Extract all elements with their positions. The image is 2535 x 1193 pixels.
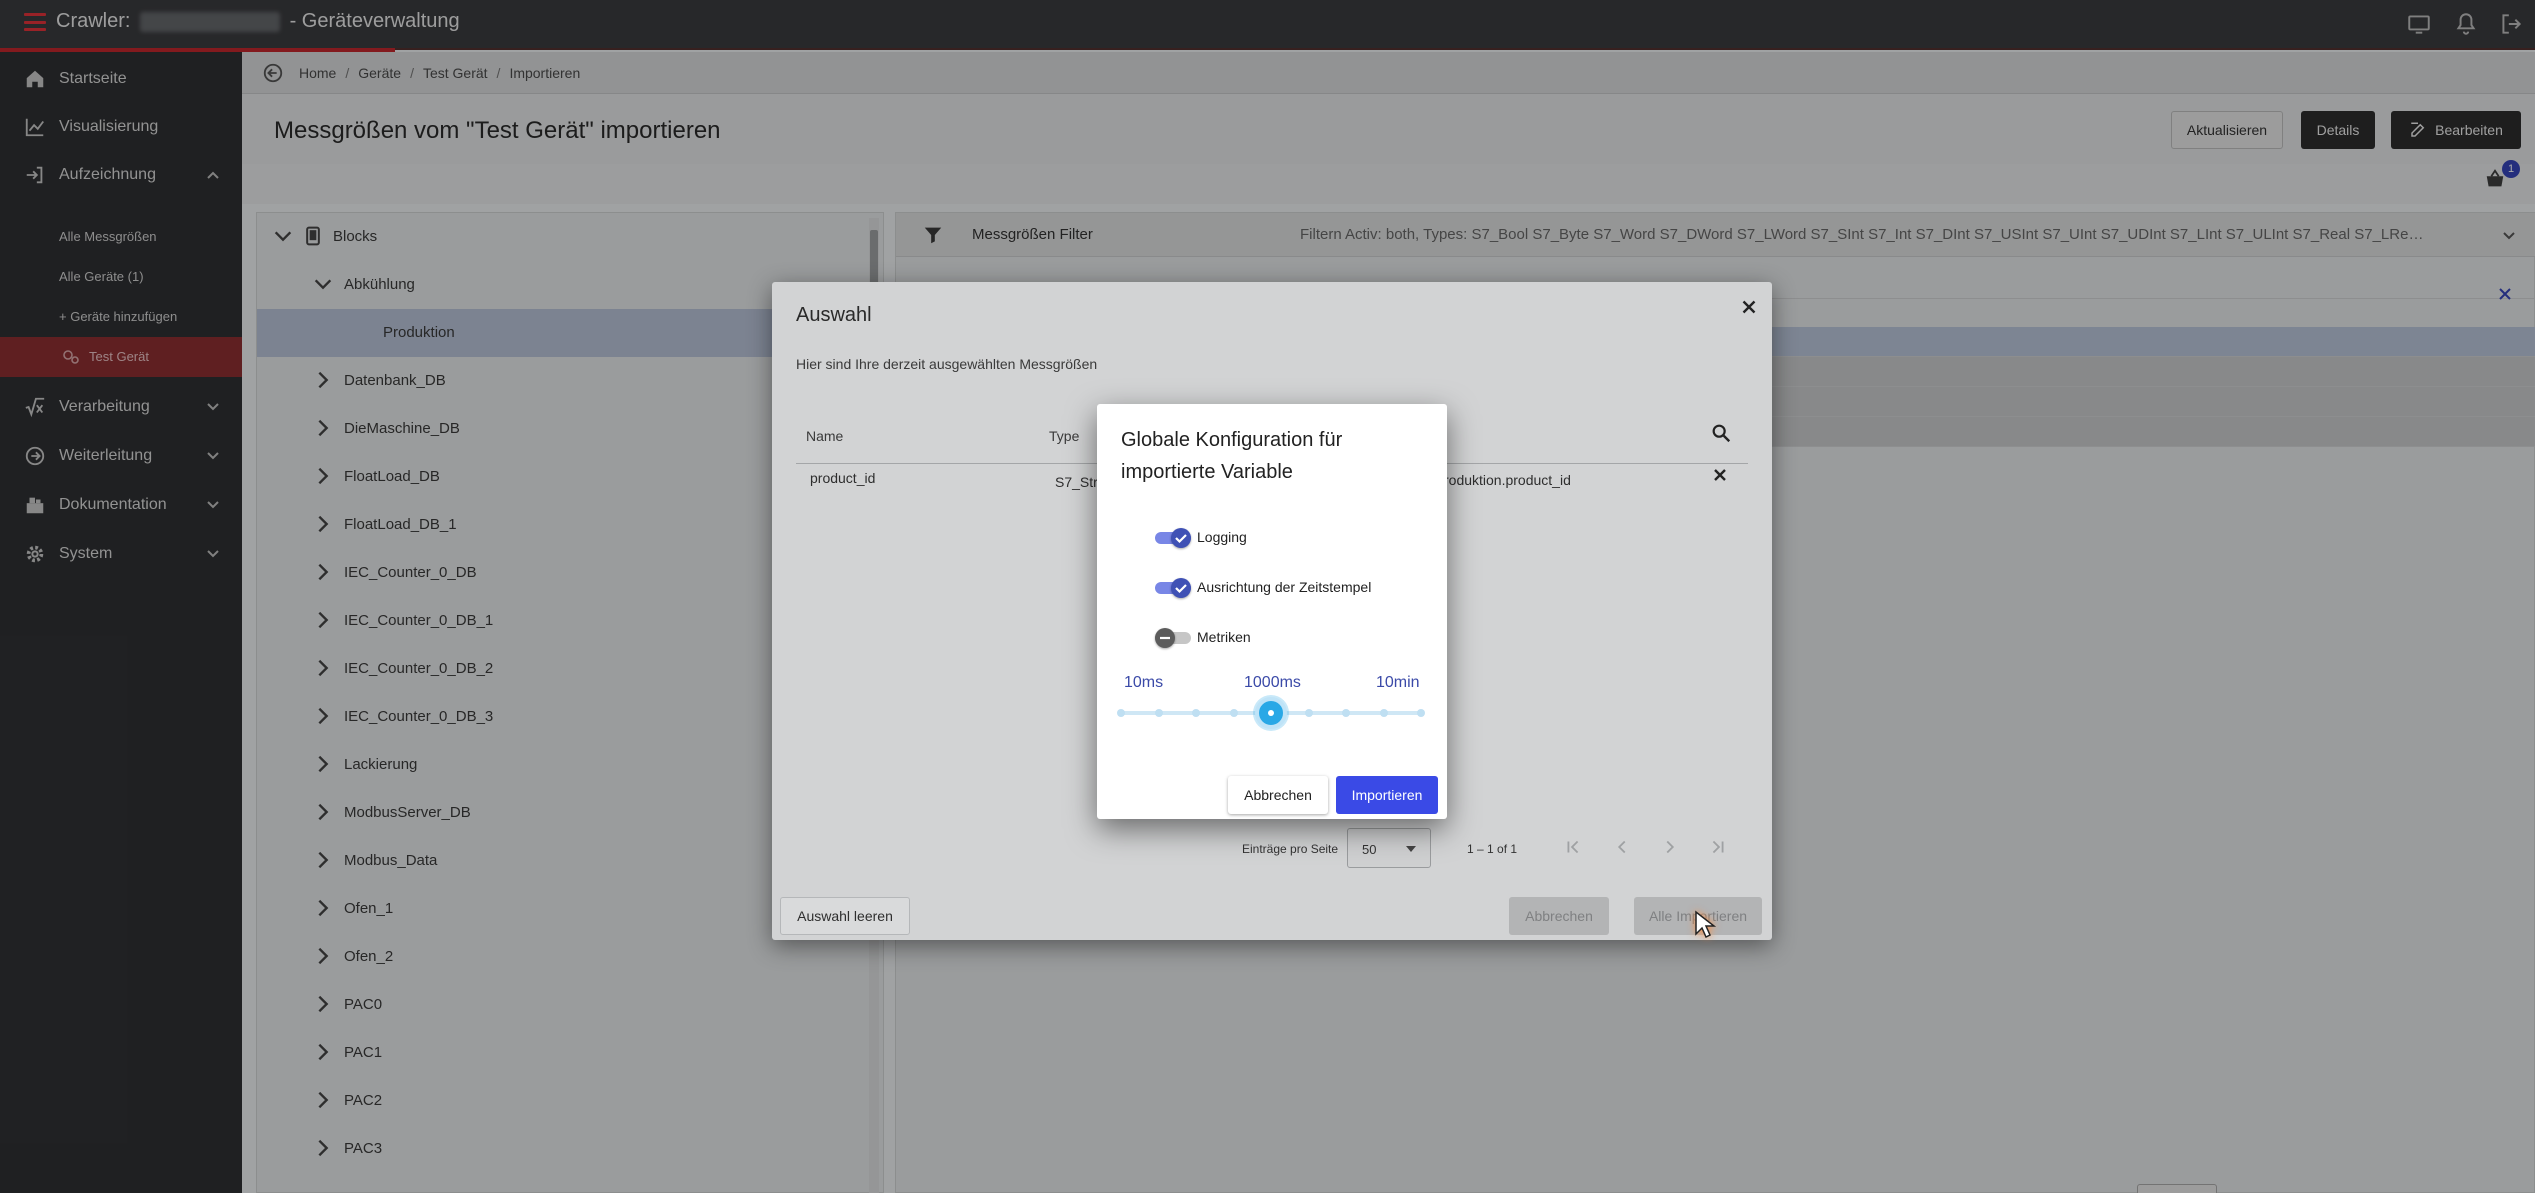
slider-step-tick[interactable] (1117, 709, 1125, 717)
check-icon (1175, 534, 1187, 544)
column-header-type[interactable]: Type (1049, 428, 1079, 444)
pagination-range: 1 – 1 of 1 (1467, 842, 1518, 856)
items-per-page-value: 50 (1362, 842, 1377, 857)
timestamp-alignment-label: Ausrichtung der Zeitstempel (1197, 579, 1372, 595)
metrics-label: Metriken (1197, 629, 1251, 645)
clear-selection-button[interactable]: Auswahl leeren (780, 897, 910, 935)
remove-row-icon[interactable] (1712, 467, 1728, 483)
first-page-icon[interactable] (1562, 836, 1584, 858)
selection-dialog-title: Auswahl (796, 304, 872, 326)
slider-step-tick[interactable] (1417, 709, 1425, 717)
items-per-page-label: Einträge pro Seite (1242, 842, 1339, 856)
selection-cancel-button[interactable]: Abbrechen (1509, 897, 1609, 935)
slider-step-tick[interactable] (1342, 709, 1350, 717)
slider-step-tick[interactable] (1304, 709, 1313, 717)
selection-dialog-subtitle: Hier sind Ihre derzeit ausgewählten Mess… (796, 356, 1098, 372)
slider-step-tick[interactable] (1379, 709, 1388, 717)
column-header-name[interactable]: Name (806, 428, 843, 444)
import-button[interactable]: Importieren (1336, 776, 1438, 814)
slider-value-label: 1000ms (1244, 674, 1301, 691)
slider-max-label: 10min (1376, 674, 1420, 691)
config-cancel-button[interactable]: Abbrechen (1228, 776, 1328, 814)
last-page-icon[interactable] (1707, 836, 1729, 858)
slider-step-tick[interactable] (1154, 709, 1163, 717)
close-icon[interactable] (1738, 296, 1760, 318)
selected-row-name: product_id (810, 470, 876, 486)
prev-page-icon[interactable] (1611, 836, 1633, 858)
config-dialog-title: Globale Konfiguration für importierte Va… (1121, 429, 1343, 483)
slider-min-label: 10ms (1124, 674, 1164, 691)
mouse-cursor-icon (1695, 910, 1716, 939)
timestamp-alignment-toggle[interactable] (1155, 578, 1191, 598)
metrics-toggle[interactable] (1155, 628, 1191, 648)
items-per-page-select[interactable]: 50 (1347, 828, 1431, 868)
config-dialog: Globale Konfiguration für importierte Va… (1097, 404, 1447, 819)
slider-step-tick[interactable] (1229, 709, 1238, 717)
logging-toggle[interactable] (1155, 528, 1191, 548)
minus-icon (1160, 636, 1170, 640)
next-page-icon[interactable] (1659, 836, 1681, 858)
slider-step-tick[interactable] (1192, 709, 1200, 717)
selected-row-path: roduktion.product_id (1444, 472, 1571, 488)
search-icon[interactable] (1710, 422, 1732, 444)
check-icon (1175, 584, 1187, 594)
interval-slider-thumb[interactable] (1255, 697, 1287, 729)
dropdown-arrow-icon (1406, 846, 1416, 852)
selected-row-type: S7_Str (1055, 474, 1098, 490)
logging-label: Logging (1197, 529, 1247, 545)
